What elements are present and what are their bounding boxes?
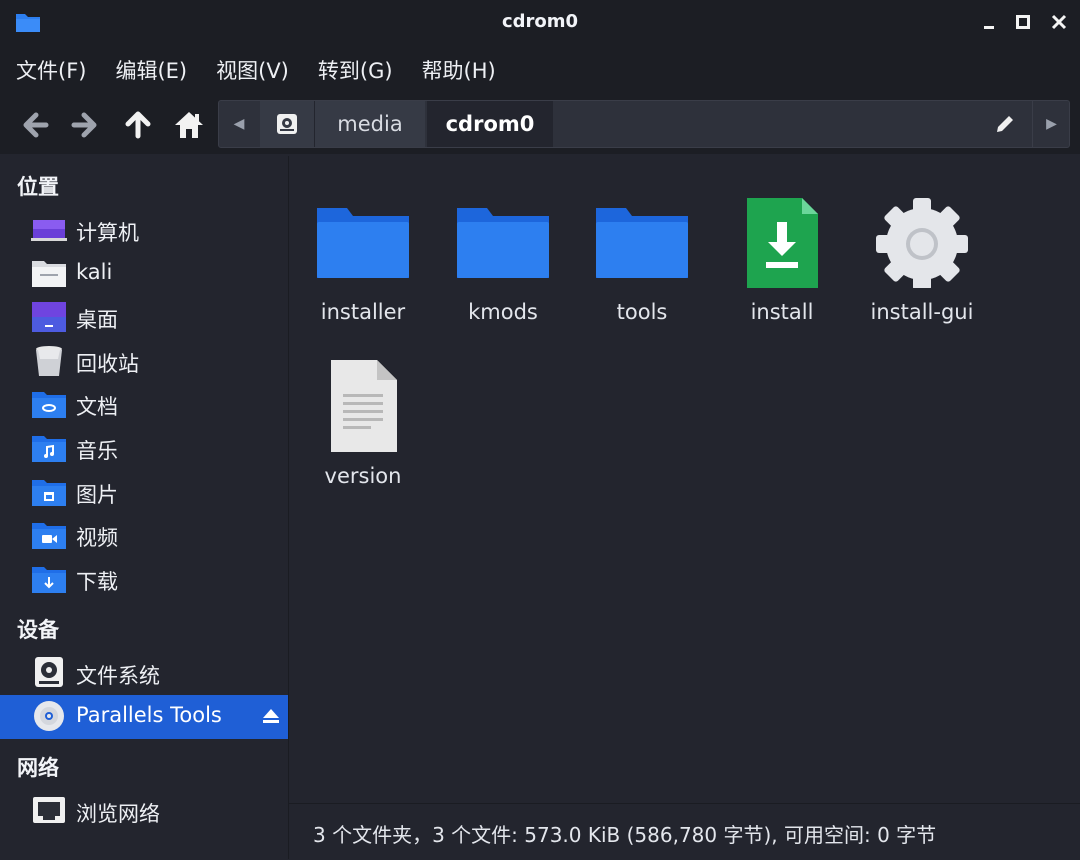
sidebar-item-label: 下载 bbox=[76, 570, 118, 594]
maximize-icon bbox=[1016, 15, 1030, 29]
menu-view[interactable]: 视图(V) bbox=[200, 55, 302, 85]
forward-button[interactable] bbox=[68, 108, 102, 142]
sidebar-item-label: kali bbox=[76, 260, 113, 284]
documents-folder-icon bbox=[32, 392, 66, 418]
folder-icon bbox=[457, 208, 549, 278]
window-title: cdrom0 bbox=[501, 11, 579, 32]
pencil-icon bbox=[997, 116, 1013, 132]
file-item-kmods[interactable]: kmods bbox=[433, 172, 573, 324]
text-file-icon bbox=[331, 360, 397, 452]
sidebar-item-label: 回收站 bbox=[76, 352, 139, 376]
sidebar-item-label: 图片 bbox=[76, 483, 118, 507]
sidebar: 位置 计算机 kali 桌面 回收站 文档 音乐 图片 视频 下载 设备 文件系… bbox=[0, 156, 289, 859]
sidebar-item-computer[interactable]: 计算机 bbox=[0, 209, 288, 251]
sidebar-item-label: Parallels Tools bbox=[76, 703, 222, 727]
gear-icon bbox=[876, 198, 968, 288]
status-bar: 3 个文件夹，3 个文件: 573.0 KiB (586,780 字节), 可用… bbox=[289, 803, 1080, 860]
file-name: kmods bbox=[468, 300, 538, 324]
eject-button[interactable] bbox=[260, 705, 282, 727]
menu-go[interactable]: 转到(G) bbox=[302, 55, 406, 85]
drive-icon bbox=[35, 657, 63, 687]
path-scroll-right-button[interactable]: ▶ bbox=[1032, 101, 1070, 147]
close-button[interactable] bbox=[1046, 9, 1072, 35]
trash-icon bbox=[36, 346, 62, 376]
downloads-folder-icon bbox=[32, 567, 66, 593]
sidebar-item-label: 计算机 bbox=[76, 221, 139, 245]
music-folder-icon bbox=[32, 436, 66, 462]
back-button[interactable] bbox=[18, 108, 52, 142]
menu-help[interactable]: 帮助(H) bbox=[406, 55, 509, 85]
package-icon bbox=[747, 198, 818, 288]
home-folder-icon bbox=[32, 261, 66, 287]
file-name: install-gui bbox=[870, 300, 974, 324]
status-text: 3 个文件夹，3 个文件: 573.0 KiB (586,780 字节), 可用… bbox=[313, 823, 937, 847]
drive-icon bbox=[277, 114, 297, 134]
sidebar-item-parallels-tools[interactable]: Parallels Tools bbox=[0, 695, 288, 739]
edit-location-button[interactable] bbox=[980, 101, 1030, 147]
sidebar-item-label: 文件系统 bbox=[76, 664, 160, 688]
file-name: install bbox=[750, 300, 814, 324]
folder-icon bbox=[596, 208, 688, 278]
sidebar-item-label: 文档 bbox=[76, 395, 118, 419]
sidebar-item-label: 浏览网络 bbox=[76, 802, 160, 826]
sidebar-item-label: 视频 bbox=[76, 526, 118, 550]
sidebar-item-browse-network[interactable]: 浏览网络 bbox=[0, 790, 288, 832]
sidebar-item-label: 音乐 bbox=[76, 439, 118, 463]
file-manager-window: cdrom0 文件(F) 编辑(E) 视图(V) 转到(G) 帮助(H) ◀ m… bbox=[0, 0, 1080, 860]
places-header: 位置 bbox=[17, 175, 59, 199]
videos-folder-icon bbox=[32, 523, 66, 549]
path-segment-current[interactable]: cdrom0 bbox=[427, 101, 553, 147]
file-view: installer kmods tools install install-gu… bbox=[289, 156, 1080, 802]
minimize-icon bbox=[984, 26, 994, 29]
file-name: tools bbox=[616, 300, 668, 324]
sidebar-item-kali[interactable]: kali bbox=[0, 252, 288, 294]
folder-icon bbox=[317, 208, 409, 278]
sidebar-item-filesystem[interactable]: 文件系统 bbox=[0, 652, 288, 694]
sidebar-item-trash[interactable]: 回收站 bbox=[0, 340, 288, 382]
maximize-button[interactable] bbox=[1010, 9, 1036, 35]
path-segment-media[interactable]: media bbox=[315, 101, 425, 147]
file-item-install-gui[interactable]: install-gui bbox=[852, 172, 992, 324]
optical-disc-icon bbox=[34, 701, 64, 731]
devices-header: 设备 bbox=[17, 618, 59, 642]
up-button[interactable] bbox=[121, 108, 155, 142]
sidebar-item-downloads[interactable]: 下载 bbox=[0, 558, 288, 600]
network-header: 网络 bbox=[17, 756, 59, 780]
file-item-version[interactable]: version bbox=[293, 336, 433, 488]
home-button[interactable] bbox=[172, 108, 206, 142]
sidebar-item-documents[interactable]: 文档 bbox=[0, 383, 288, 425]
minimize-button[interactable] bbox=[976, 9, 1002, 35]
pictures-folder-icon bbox=[32, 480, 66, 506]
title-bar: cdrom0 bbox=[0, 0, 1080, 44]
sidebar-item-videos[interactable]: 视频 bbox=[0, 514, 288, 556]
sidebar-item-music[interactable]: 音乐 bbox=[0, 427, 288, 469]
sidebar-item-label: 桌面 bbox=[76, 308, 118, 332]
menu-bar: 文件(F) 编辑(E) 视图(V) 转到(G) 帮助(H) bbox=[0, 44, 1080, 96]
desktop-icon bbox=[32, 302, 66, 332]
computer-icon bbox=[31, 220, 67, 241]
menu-file[interactable]: 文件(F) bbox=[0, 55, 99, 85]
network-icon bbox=[33, 797, 65, 823]
sidebar-item-pictures[interactable]: 图片 bbox=[0, 471, 288, 513]
file-name: installer bbox=[320, 300, 406, 324]
file-item-tools[interactable]: tools bbox=[572, 172, 712, 324]
sidebar-item-desktop[interactable]: 桌面 bbox=[0, 296, 288, 338]
menu-edit[interactable]: 编辑(E) bbox=[99, 55, 200, 85]
file-item-install[interactable]: install bbox=[712, 172, 852, 324]
path-scroll-left-button[interactable]: ◀ bbox=[219, 101, 259, 147]
path-root-button[interactable] bbox=[260, 101, 315, 147]
close-icon bbox=[1051, 14, 1067, 30]
file-item-installer[interactable]: installer bbox=[293, 172, 433, 324]
file-name: version bbox=[324, 464, 402, 488]
